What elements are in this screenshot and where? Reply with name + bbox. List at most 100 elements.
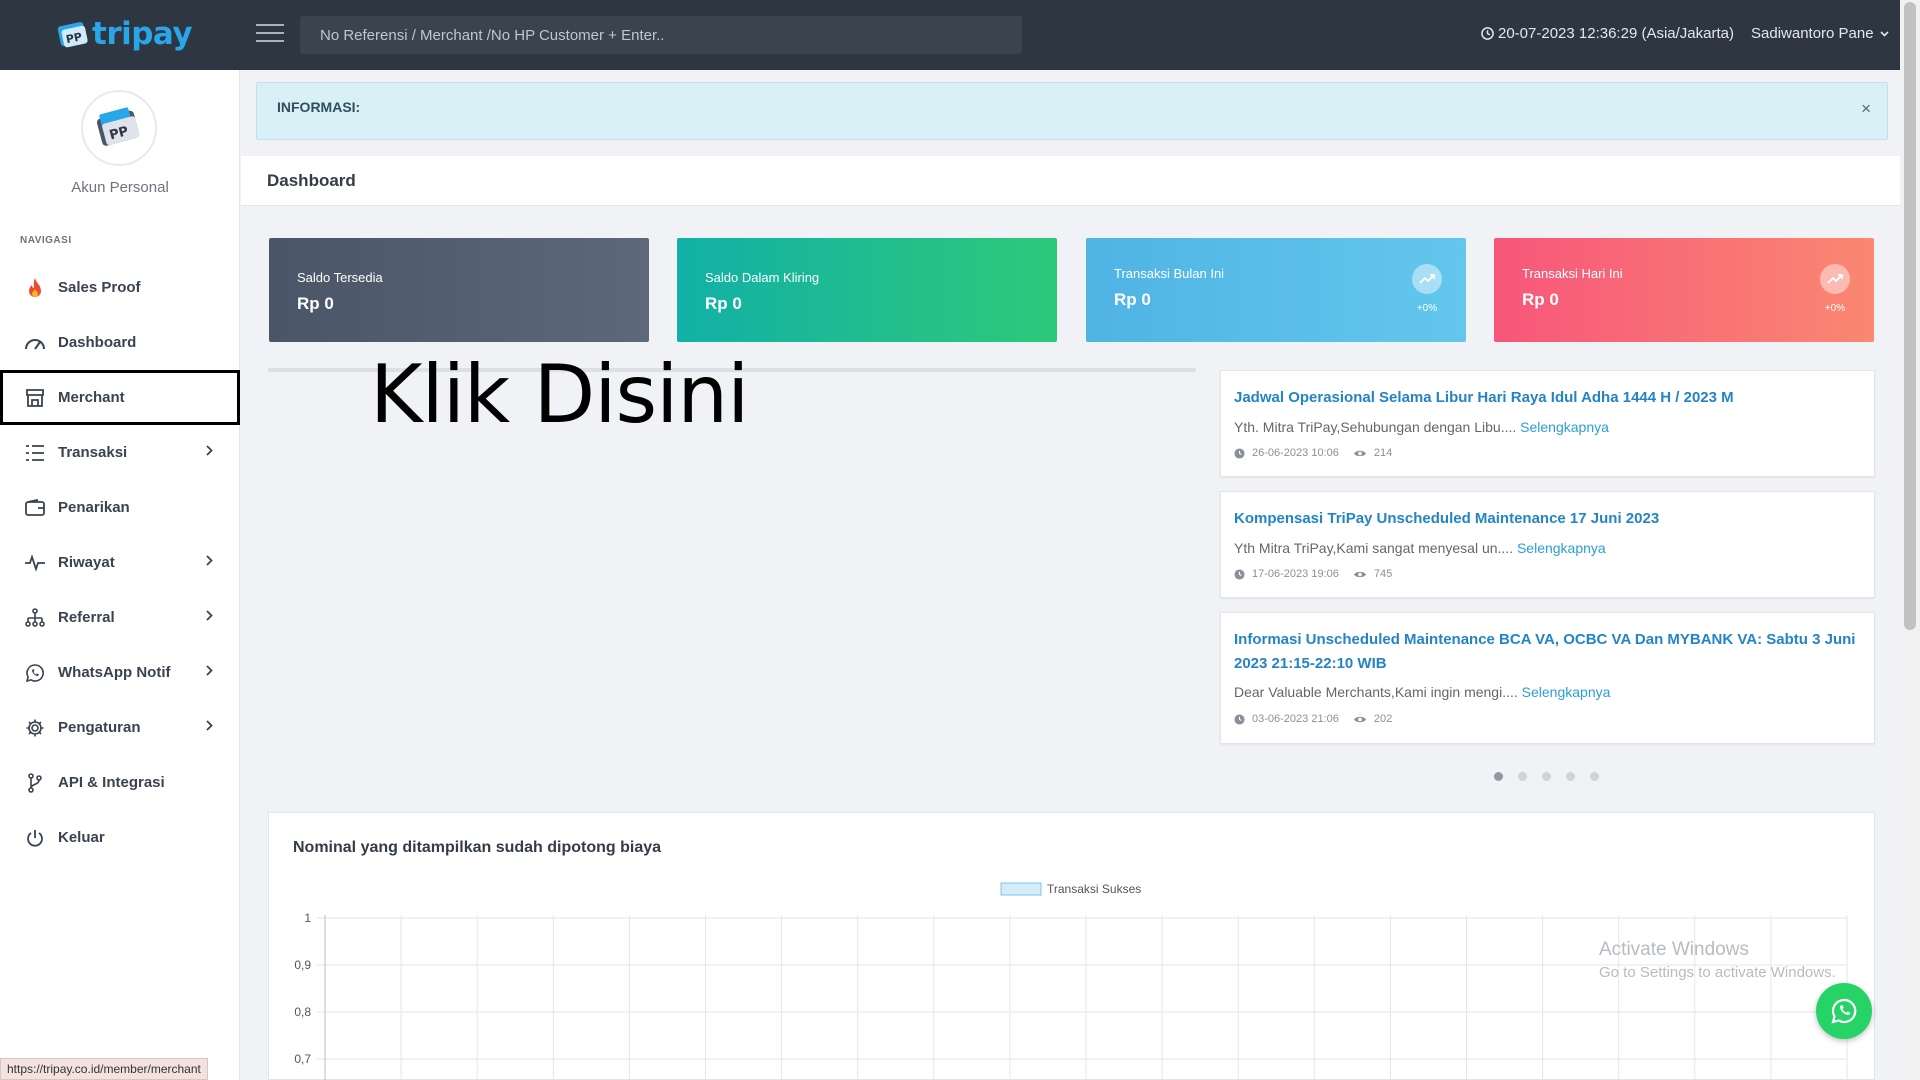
y-tick-label: 0,8 (294, 1005, 311, 1019)
sidebar-item-dashboard[interactable]: Dashboard (0, 315, 240, 370)
chevron-right-icon (206, 720, 213, 731)
wallet-avatar-icon: PP (96, 107, 140, 146)
sidebar-item-label: Transaksi (58, 444, 128, 461)
account-type-label: Akun Personal (71, 179, 169, 196)
page-title: Dashboard (267, 171, 356, 190)
sitemap-icon (24, 607, 46, 629)
chevron-down-icon (1880, 30, 1889, 37)
whatsapp-chat-button[interactable] (1816, 983, 1872, 1039)
user-name: Sadiwantoro Pane (1751, 25, 1874, 42)
news-meta: 17-06-2023 19:06 745 (1234, 568, 1392, 580)
news-title[interactable]: Kompensasi TriPay Unscheduled Maintenanc… (1234, 507, 1864, 531)
sidebar-item-referral[interactable]: Referral (0, 590, 240, 645)
sidebar: PP Akun Personal NAVIGASI Sales Proof Da… (0, 70, 240, 1080)
chevron-right-icon (206, 555, 213, 566)
stat-label: Transaksi Hari Ini (1522, 266, 1623, 281)
read-more-link[interactable]: Selengkapnya (1522, 684, 1611, 700)
y-tick-label: 1 (304, 911, 311, 925)
carousel-dot[interactable] (1566, 772, 1575, 781)
brand-name: tripay (92, 16, 193, 52)
news-title[interactable]: Informasi Unscheduled Maintenance BCA VA… (1234, 628, 1864, 676)
sidebar-item-label: Pengaturan (58, 719, 141, 736)
sidebar-item-pengaturan[interactable]: Pengaturan (0, 700, 240, 755)
sidebar-item-penarikan[interactable]: Penarikan (0, 480, 240, 535)
whatsapp-icon (1831, 998, 1857, 1024)
news-card: Kompensasi TriPay Unscheduled Maintenanc… (1220, 491, 1875, 598)
sidebar-item-transaksi[interactable]: Transaksi (0, 425, 240, 480)
brand-logo[interactable]: PP tripay (56, 16, 193, 52)
store-icon (24, 387, 46, 409)
activity-icon (24, 552, 46, 574)
clock-icon (1234, 447, 1245, 459)
carousel-dot[interactable] (1518, 772, 1527, 781)
stat-card-transaksi-bulan: Transaksi Bulan Ini Rp 0 +0% (1086, 238, 1466, 342)
sidebar-item-label: WhatsApp Notif (58, 664, 171, 681)
news-views: 202 (1373, 713, 1393, 725)
stat-card-saldo-tersedia: Saldo Tersedia Rp 0 (269, 238, 649, 342)
fire-icon (24, 277, 46, 299)
windows-watermark-title: Activate Windows (1599, 939, 1749, 960)
eye-icon (1353, 571, 1366, 577)
info-alert: INFORMASI: × (256, 82, 1888, 140)
alert-text: INFORMASI: (277, 99, 361, 115)
news-date: 17-06-2023 19:06 (1252, 568, 1339, 580)
legend-label: Transaksi Sukses (1047, 882, 1141, 896)
news-meta: 03-06-2023 21:06 202 (1234, 713, 1392, 725)
sidebar-item-riwayat[interactable]: Riwayat (0, 535, 240, 590)
read-more-link[interactable]: Selengkapnya (1520, 419, 1609, 435)
stat-value: Rp 0 (1114, 290, 1151, 309)
avatar[interactable]: PP (81, 90, 157, 166)
news-excerpt-text: Yth Mitra TriPay,Kami sangat menyesal un… (1234, 540, 1517, 556)
whatsapp-icon (24, 662, 46, 684)
clock-icon (1234, 713, 1245, 725)
sidebar-nav: Sales Proof Dashboard Merchant Transaksi (0, 260, 240, 865)
chevron-right-icon (206, 665, 213, 676)
scrollbar-thumb[interactable] (1904, 2, 1916, 630)
status-bar-url: https://tripay.co.id/member/merchant (0, 1058, 208, 1080)
news-views: 745 (1373, 568, 1393, 580)
wallet-icon: PP (56, 18, 90, 50)
list-icon (24, 442, 46, 464)
stat-value: Rp 0 (1522, 290, 1559, 309)
clock-icon (1234, 568, 1245, 580)
news-excerpt-text: Yth. Mitra TriPay,Sehubungan dengan Libu… (1234, 419, 1521, 435)
sidebar-item-whatsapp-notif[interactable]: WhatsApp Notif (0, 645, 240, 700)
search-input[interactable] (300, 16, 1022, 54)
chevron-right-icon (206, 445, 213, 456)
eye-icon (1353, 450, 1366, 456)
legend-swatch (1000, 882, 1042, 896)
stat-card-saldo-kliring: Saldo Dalam Kliring Rp 0 (677, 238, 1057, 342)
gauge-icon (24, 332, 46, 354)
page-header: Dashboard (241, 156, 1900, 206)
carousel-dot[interactable] (1542, 772, 1551, 781)
stat-label: Transaksi Bulan Ini (1114, 266, 1225, 281)
y-tick-label: 0,9 (294, 958, 311, 972)
sidebar-item-api-integrasi[interactable]: API & Integrasi (0, 755, 240, 810)
read-more-link[interactable]: Selengkapnya (1517, 540, 1606, 556)
stat-card-transaksi-hari: Transaksi Hari Ini Rp 0 +0% (1494, 238, 1874, 342)
sidebar-item-label: Riwayat (58, 554, 115, 571)
news-card: Jadwal Operasional Selama Libur Hari Ray… (1220, 370, 1875, 477)
wallet-icon (24, 497, 46, 519)
stat-value: Rp 0 (705, 294, 742, 313)
trending-up-icon (1820, 264, 1850, 294)
datetime-text: 20-07-2023 12:36:29 (Asia/Jakarta) (1498, 25, 1734, 42)
power-icon (24, 827, 46, 849)
carousel-dot[interactable] (1494, 772, 1503, 781)
news-date: 03-06-2023 21:06 (1252, 713, 1339, 725)
stat-percent: +0% (1824, 303, 1846, 314)
close-icon[interactable]: × (1861, 99, 1871, 119)
carousel-dot[interactable] (1590, 772, 1599, 781)
user-menu[interactable]: Sadiwantoro Pane (1751, 25, 1889, 42)
sidebar-item-label: Referral (58, 609, 115, 626)
page-scrollbar[interactable] (1900, 0, 1920, 1080)
sidebar-item-merchant[interactable]: Merchant (0, 370, 240, 425)
sidebar-item-label: Dashboard (58, 334, 137, 351)
y-tick-label: 0,7 (294, 1052, 311, 1066)
sidebar-item-sales-proof[interactable]: Sales Proof (0, 260, 240, 315)
menu-toggle-icon[interactable] (256, 24, 284, 46)
news-title[interactable]: Jadwal Operasional Selama Libur Hari Ray… (1234, 386, 1864, 410)
carousel-indicators (1494, 772, 1614, 781)
sidebar-item-keluar[interactable]: Keluar (0, 810, 240, 865)
trending-up-icon (1412, 264, 1442, 294)
